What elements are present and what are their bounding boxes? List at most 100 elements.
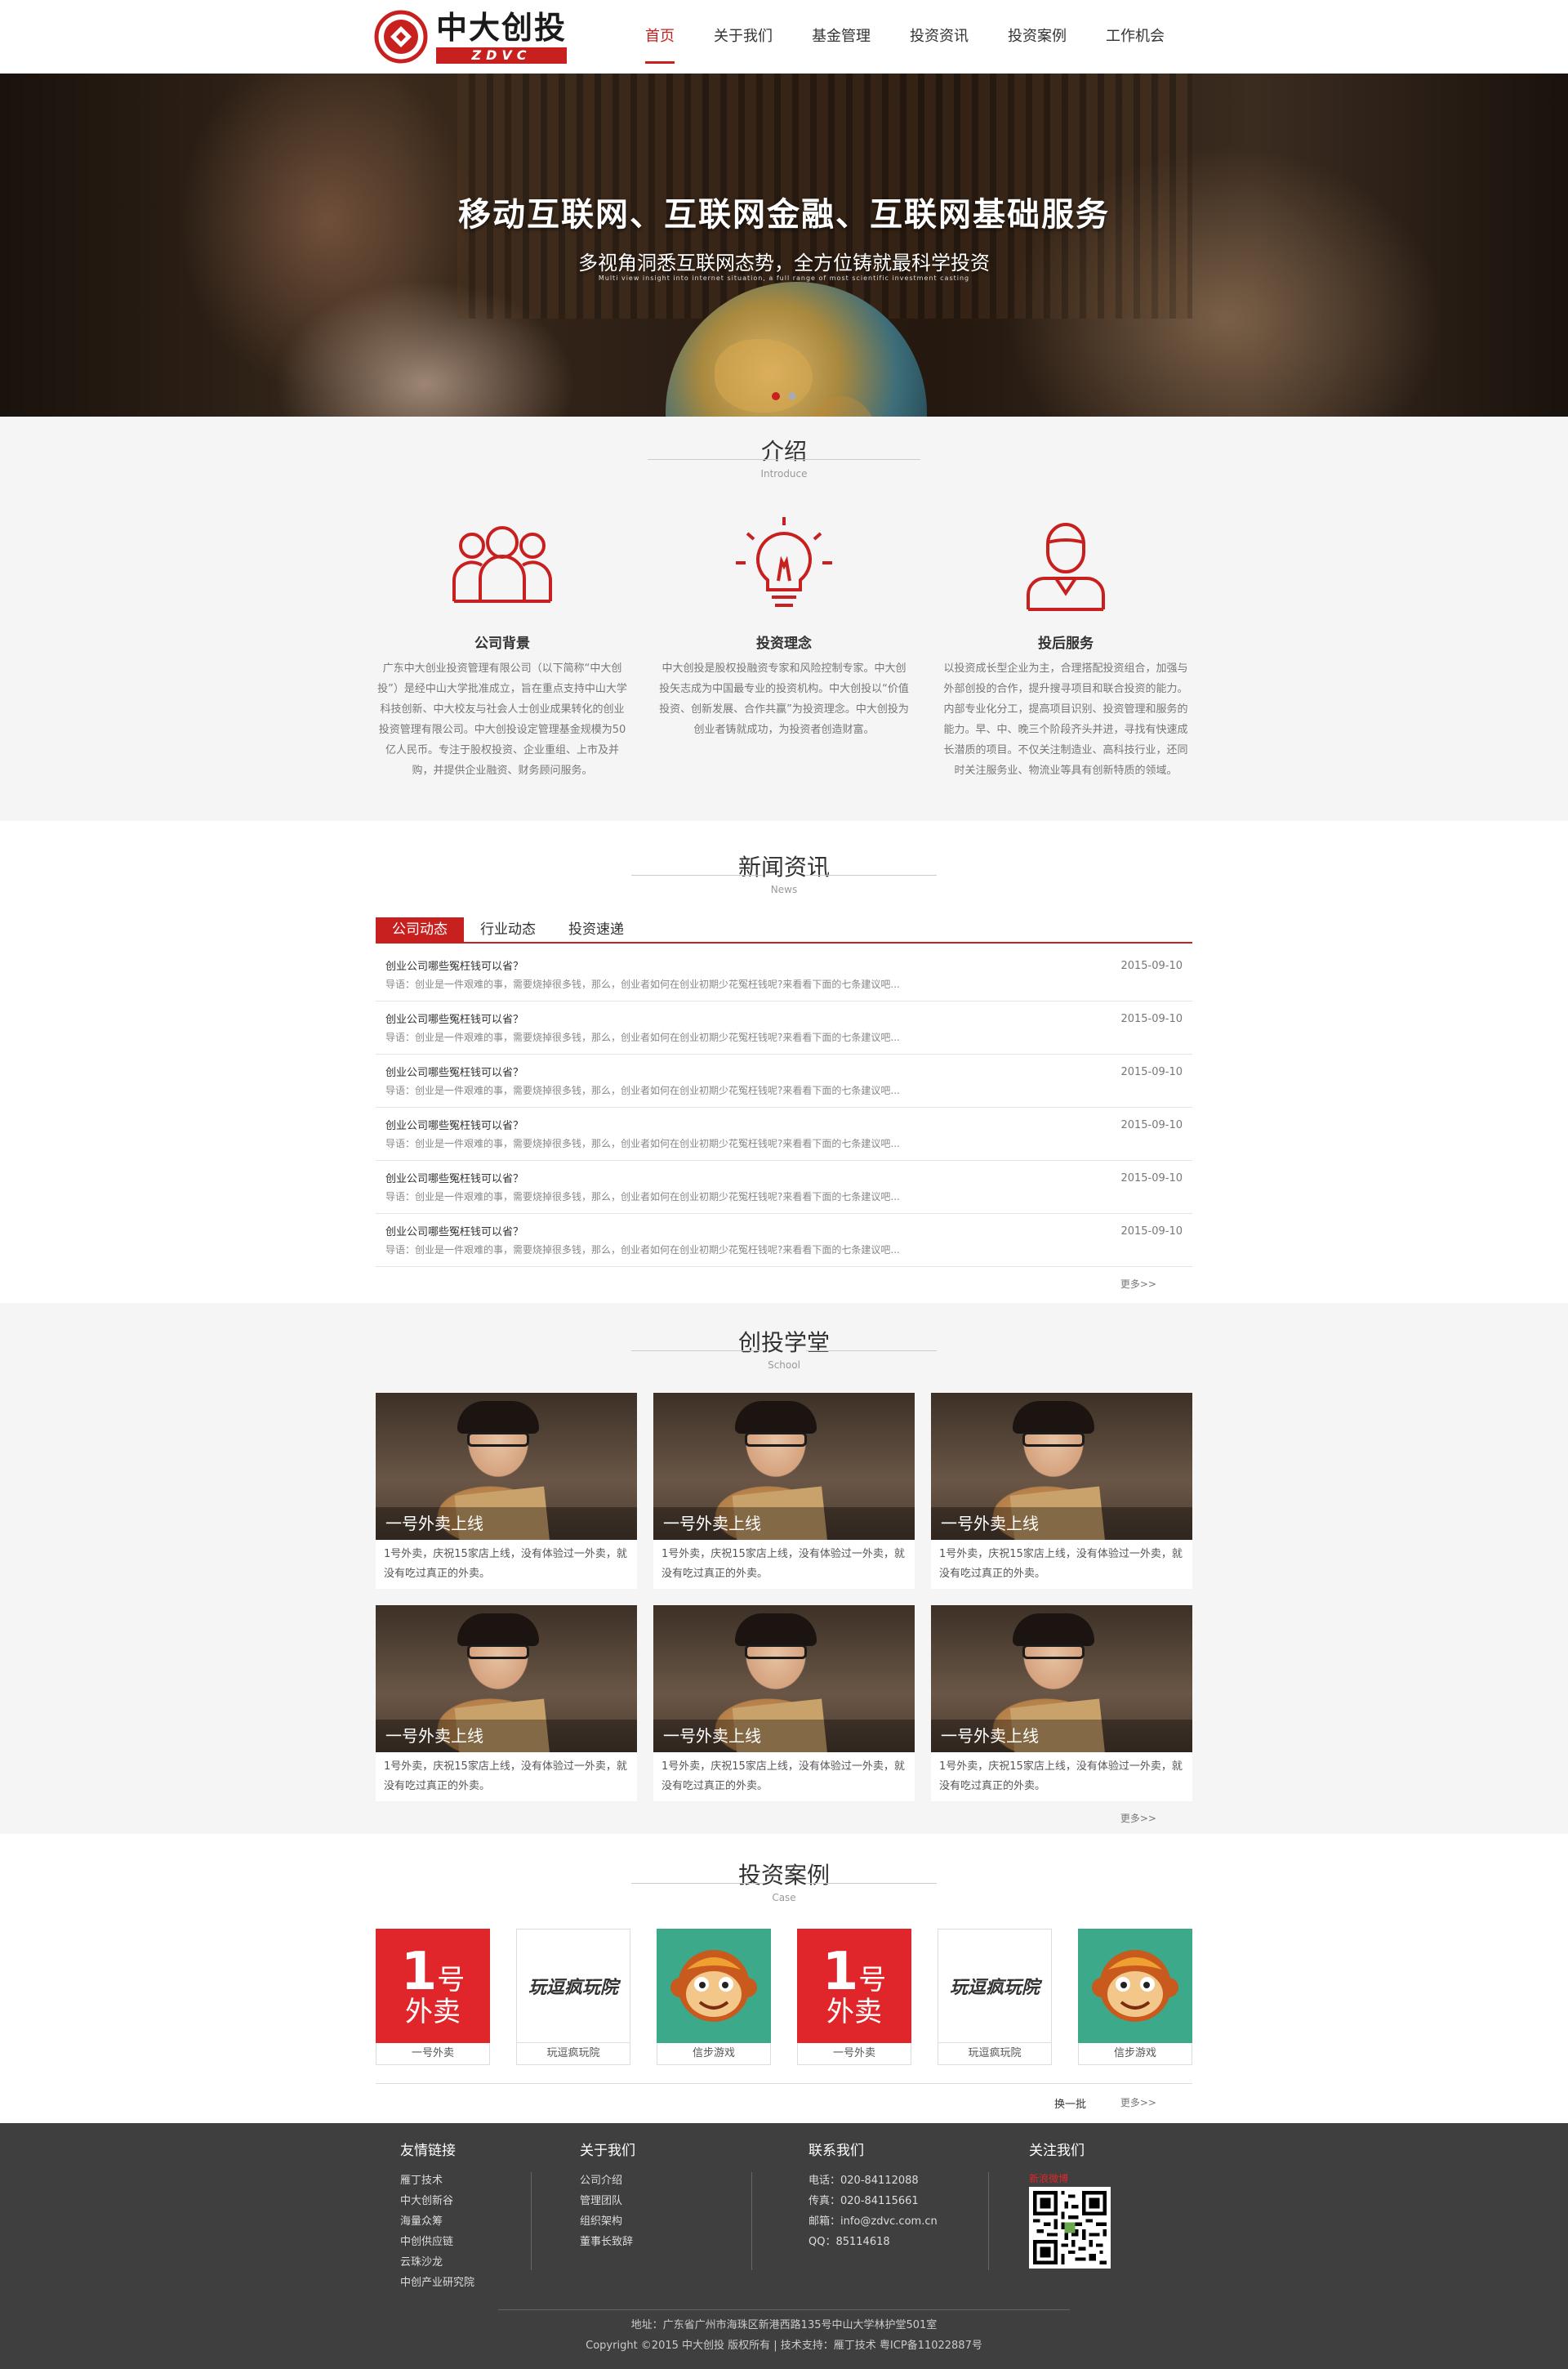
- footer-about-link[interactable]: 管理团队: [580, 2191, 808, 2211]
- intro-text-background: 广东中大创业投资管理有限公司（以下简称“中大创投”）是经中山大学批准成立，旨在重…: [377, 663, 627, 777]
- nav-jobs[interactable]: 工作机会: [1106, 0, 1165, 74]
- case-item[interactable]: 玩逗疯玩院 玩逗疯玩院: [516, 1929, 630, 2065]
- card-photo[interactable]: 一号外卖上线: [376, 1393, 637, 1540]
- banner-dot[interactable]: [772, 392, 780, 400]
- school-card[interactable]: 一号外卖上线 1号外卖，庆祝15家店上线，没有体验过一外卖，就没有吃过真正的外卖…: [376, 1605, 637, 1801]
- footer-link[interactable]: 中大创新谷: [400, 2191, 580, 2211]
- footer-follow-title: 关注我们: [1029, 2143, 1085, 2159]
- weibo-link[interactable]: 新浪微博: [1029, 2170, 1192, 2187]
- wandou-logo[interactable]: 玩逗疯玩院: [938, 1929, 1052, 2043]
- yihao-waimai-logo[interactable]: 1号 外卖: [797, 1929, 911, 2043]
- nav-home[interactable]: 首页: [645, 0, 675, 74]
- news-item[interactable]: 创业公司哪些冤枉钱可以省？ 导语：创业是一件艰难的事，需要烧掉很多钱，那么，创业…: [376, 1055, 1192, 1108]
- intro-heading-background: 公司背景: [474, 636, 530, 652]
- news-item-title[interactable]: 创业公司哪些冤枉钱可以省？: [385, 1225, 1183, 1240]
- card-photo[interactable]: 一号外卖上线: [376, 1605, 637, 1752]
- case-item[interactable]: 信步游戏: [1078, 1929, 1192, 2065]
- banner-subtitle-english: Multi view insight into internet situati…: [598, 274, 970, 282]
- footer-about-link[interactable]: 公司介绍: [580, 2170, 808, 2191]
- monkey-logo-icon[interactable]: [1078, 1929, 1192, 2043]
- banner-dot[interactable]: [788, 392, 796, 400]
- banner-title: 移动互联网、互联网金融、互联网基础服务: [458, 196, 1110, 234]
- case-item[interactable]: 1号 外卖 一号外卖: [797, 1929, 911, 2065]
- case-item-name: 信步游戏: [1078, 2043, 1192, 2065]
- intro-col-background: 公司背景 广东中大创业投资管理有限公司（以下简称“中大创投”）是经中山大学批准成…: [376, 511, 629, 781]
- card-caption: 一号外卖上线: [376, 1507, 637, 1540]
- news-item[interactable]: 创业公司哪些冤枉钱可以省？ 导语：创业是一件艰难的事，需要烧掉很多钱，那么，创业…: [376, 1214, 1192, 1267]
- case-more-link[interactable]: 更多>>: [1120, 2095, 1156, 2109]
- intro-col-service: 投后服务 以投资成长型企业为主，合理搭配投资组合，加强与外部创投的合作，提升搜寻…: [939, 511, 1192, 781]
- case-item[interactable]: 信步游戏: [657, 1929, 771, 2065]
- banner-subtitle: 多视角洞悉互联网态势，全方位铸就最科学投资: [578, 252, 990, 274]
- footer-links: 友情链接 雁丁技术 中大创新谷 海量众筹 中创供应链 云珠沙龙 中创产业研究院: [376, 2141, 580, 2293]
- card-photo[interactable]: 一号外卖上线: [653, 1605, 915, 1752]
- school-card[interactable]: 一号外卖上线 1号外卖，庆祝15家店上线，没有体验过一外卖，就没有吃过真正的外卖…: [931, 1605, 1192, 1801]
- nav-cases[interactable]: 投资案例: [1008, 0, 1067, 74]
- news-item[interactable]: 创业公司哪些冤枉钱可以省？ 导语：创业是一件艰难的事，需要烧掉很多钱，那么，创业…: [376, 948, 1192, 1002]
- case-item-name: 玩逗疯玩院: [516, 2043, 630, 2065]
- monkey-logo-icon[interactable]: [657, 1929, 771, 2043]
- footer-fax: 传真：020-84115661: [808, 2195, 919, 2207]
- card-caption: 一号外卖上线: [376, 1720, 637, 1752]
- footer-about-link[interactable]: 组织架构: [580, 2211, 808, 2232]
- news-item-desc: 导语：创业是一件艰难的事，需要烧掉很多钱，那么，创业者如何在创业初期少花冤枉钱呢…: [385, 979, 900, 990]
- news-item-title[interactable]: 创业公司哪些冤枉钱可以省？: [385, 1066, 1183, 1081]
- news-more-link[interactable]: 更多>>: [376, 1277, 1192, 1291]
- news-item[interactable]: 创业公司哪些冤枉钱可以省？ 导语：创业是一件艰难的事，需要烧掉很多钱，那么，创业…: [376, 1108, 1192, 1161]
- footer-link[interactable]: 雁丁技术: [400, 2170, 580, 2191]
- tab-investment-express[interactable]: 投资速递: [552, 917, 640, 942]
- footer-divider: [751, 2172, 752, 2270]
- case-item[interactable]: 1号 外卖 一号外卖: [376, 1929, 490, 2065]
- people-icon: [376, 511, 629, 618]
- tab-company-news[interactable]: 公司动态: [376, 917, 464, 942]
- case-item-name: 信步游戏: [657, 2043, 771, 2065]
- school-card[interactable]: 一号外卖上线 1号外卖，庆祝15家店上线，没有体验过一外卖，就没有吃过真正的外卖…: [653, 1605, 915, 1801]
- card-photo[interactable]: 一号外卖上线: [653, 1393, 915, 1540]
- news-item-title[interactable]: 创业公司哪些冤枉钱可以省？: [385, 1119, 1183, 1134]
- footer-link[interactable]: 中创产业研究院: [400, 2273, 580, 2293]
- intro-col-philosophy: 投资理念 中大创投是股权投融资专家和风险控制专家。中大创投矢志成为中国最专业的投…: [657, 511, 911, 781]
- footer-link[interactable]: 海量众筹: [400, 2211, 580, 2232]
- news-item-date: 2015-09-10: [1120, 1066, 1183, 1078]
- news-title: 新闻资讯: [737, 854, 830, 881]
- nav-about[interactable]: 关于我们: [714, 0, 773, 74]
- school-card[interactable]: 一号外卖上线 1号外卖，庆祝15家店上线，没有体验过一外卖，就没有吃过真正的外卖…: [653, 1393, 915, 1589]
- card-photo[interactable]: 一号外卖上线: [931, 1605, 1192, 1752]
- site-header: 中大创投 ZDVC 首页 关于我们 基金管理 投资资讯 投资案例 工作机会: [0, 0, 1568, 74]
- yihao-waimai-logo[interactable]: 1号 外卖: [376, 1929, 490, 2043]
- news-item-title[interactable]: 创业公司哪些冤枉钱可以省？: [385, 1013, 1183, 1028]
- school-card[interactable]: 一号外卖上线 1号外卖，庆祝15家店上线，没有体验过一外卖，就没有吃过真正的外卖…: [376, 1393, 637, 1589]
- footer-divider: [531, 2172, 532, 2270]
- footer-links-title: 友情链接: [400, 2143, 456, 2159]
- school-card[interactable]: 一号外卖上线 1号外卖，庆祝15家店上线，没有体验过一外卖，就没有吃过真正的外卖…: [931, 1393, 1192, 1589]
- footer-about-link[interactable]: 董事长致辞: [580, 2232, 808, 2252]
- swap-batch-link[interactable]: 换一批: [1054, 2095, 1086, 2111]
- card-desc: 1号外卖，庆祝15家店上线，没有体验过一外卖，就没有吃过真正的外卖。: [662, 1548, 905, 1580]
- news-item-title[interactable]: 创业公司哪些冤枉钱可以省？: [385, 1172, 1183, 1187]
- tab-industry-news[interactable]: 行业动态: [464, 917, 552, 942]
- footer-contact-title: 联系我们: [808, 2143, 864, 2159]
- news-tabs: 公司动态 行业动态 投资速递: [376, 917, 1192, 944]
- news-item-desc: 导语：创业是一件艰难的事，需要烧掉很多钱，那么，创业者如何在创业初期少花冤枉钱呢…: [385, 1085, 900, 1096]
- news-heading: 新闻资讯 News: [0, 852, 1568, 909]
- card-photo[interactable]: 一号外卖上线: [931, 1393, 1192, 1540]
- news-item[interactable]: 创业公司哪些冤枉钱可以省？ 导语：创业是一件艰难的事，需要烧掉很多钱，那么，创业…: [376, 1002, 1192, 1055]
- footer-qq: QQ：85114618: [808, 2236, 890, 2248]
- news-item-desc: 导语：创业是一件艰难的事，需要烧掉很多钱，那么，创业者如何在创业初期少花冤枉钱呢…: [385, 1244, 900, 1256]
- news-item-title[interactable]: 创业公司哪些冤枉钱可以省？: [385, 960, 1183, 975]
- nav-news[interactable]: 投资资讯: [910, 0, 969, 74]
- case-item[interactable]: 玩逗疯玩院 玩逗疯玩院: [938, 1929, 1052, 2065]
- footer-email[interactable]: 邮箱：info@zdvc.com.cn: [808, 2211, 1029, 2232]
- site-logo[interactable]: 中大创投 ZDVC: [374, 10, 568, 64]
- school-more-link[interactable]: 更多>>: [376, 1811, 1192, 1825]
- news-item[interactable]: 创业公司哪些冤枉钱可以省？ 导语：创业是一件艰难的事，需要烧掉很多钱，那么，创业…: [376, 1161, 1192, 1214]
- footer-link[interactable]: 中创供应链: [400, 2232, 580, 2252]
- nav-fund[interactable]: 基金管理: [812, 0, 871, 74]
- logo-chinese-name: 中大创投: [436, 10, 568, 46]
- wandou-logo[interactable]: 玩逗疯玩院: [516, 1929, 630, 2043]
- hero-banner[interactable]: 移动互联网、互联网金融、互联网基础服务 多视角洞悉互联网态势，全方位铸就最科学投…: [0, 74, 1568, 417]
- case-logos: 1号 外卖 一号外卖 玩逗疯玩院 玩逗疯玩院 信步游戏 1号 外卖 一号外卖 玩…: [376, 1929, 1192, 2065]
- card-desc: 1号外卖，庆祝15家店上线，没有体验过一外卖，就没有吃过真正的外卖。: [662, 1760, 905, 1792]
- footer-link[interactable]: 云珠沙龙: [400, 2252, 580, 2273]
- school-cards: 一号外卖上线 1号外卖，庆祝15家店上线，没有体验过一外卖，就没有吃过真正的外卖…: [376, 1393, 1192, 1818]
